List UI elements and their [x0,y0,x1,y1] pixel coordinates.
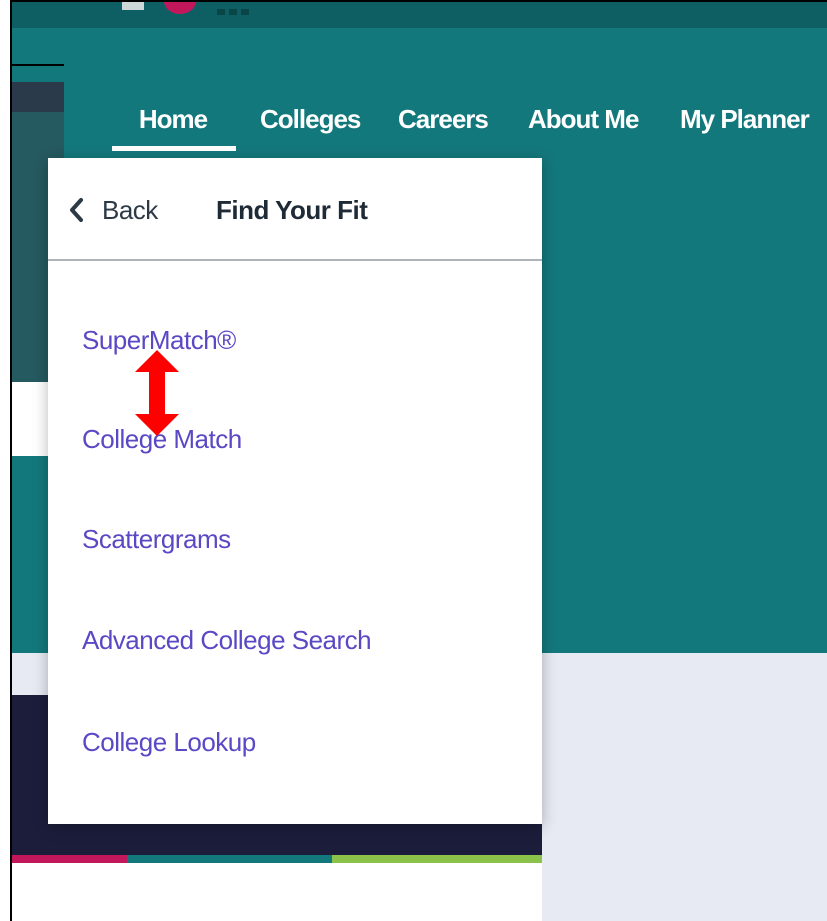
menu-item-scattergrams[interactable]: Scattergrams [82,519,231,559]
double-arrow-icon [131,350,183,436]
nav-item-colleges[interactable]: Colleges [260,94,361,144]
nav-item-my-planner[interactable]: My Planner [680,94,810,144]
nav-item-home[interactable]: Home [112,94,234,144]
menu-item-college-lookup[interactable]: College Lookup [82,722,256,762]
chevron-left-icon [66,197,88,223]
top-header-bar [12,2,827,28]
menu-icon-fragment[interactable] [122,2,144,10]
nav-item-careers[interactable]: Careers [398,94,489,144]
menu-title: Find Your Fit [216,195,368,225]
card-accent-stripe-green [332,855,542,863]
logo-text-fragment [217,2,337,15]
main-navigation: Home Colleges Careers About Me My Planne… [12,94,827,151]
back-button[interactable]: Back [66,190,158,230]
active-tab-indicator [112,146,236,151]
menu-header: Back Find Your Fit [48,158,542,261]
card-accent-stripe-teal [127,855,332,863]
card-body [12,863,542,921]
card-accent-stripe-magenta [12,855,127,863]
logo-icon[interactable] [164,2,196,14]
back-label: Back [102,194,158,225]
nav-item-about-me[interactable]: About Me [528,94,639,144]
menu-item-advanced-college-search[interactable]: Advanced College Search [82,620,372,660]
find-your-fit-menu: Back Find Your Fit SuperMatch® College M… [48,158,542,824]
